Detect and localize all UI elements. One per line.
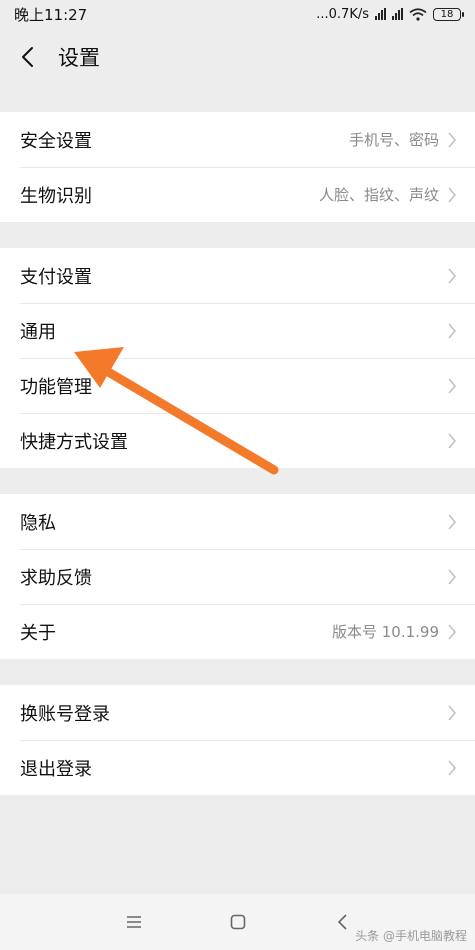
item-label: 通用 — [20, 321, 56, 343]
settings-item-security[interactable]: 安全设置 手机号、密码 — [0, 112, 475, 167]
item-label: 支付设置 — [20, 266, 92, 288]
signal-icon — [375, 8, 386, 20]
settings-item-switch-account[interactable]: 换账号登录 — [0, 685, 475, 740]
item-right: 人脸、指纹、声纹 — [319, 184, 459, 205]
item-right — [447, 377, 459, 395]
settings-item-shortcuts[interactable]: 快捷方式设置 — [0, 413, 475, 468]
settings-item-feedback[interactable]: 求助反馈 — [0, 549, 475, 604]
item-label: 安全设置 — [20, 130, 92, 152]
item-value: 版本号 10.1.99 — [331, 623, 439, 641]
settings-item-features[interactable]: 功能管理 — [0, 358, 475, 413]
item-right — [447, 568, 459, 586]
settings-group-about: 隐私 求助反馈 关于 版本号 10.1.99 — [0, 494, 475, 659]
network-speed: ...0.7K/s — [316, 6, 369, 22]
status-time: 晚上11:27 — [14, 5, 88, 24]
signal-icon-2 — [392, 8, 403, 20]
item-label: 关于 — [20, 622, 56, 644]
back-nav-icon[interactable] — [330, 910, 354, 934]
chevron-right-icon — [447, 186, 459, 204]
item-right — [447, 759, 459, 777]
item-label: 隐私 — [20, 512, 56, 534]
settings-item-about[interactable]: 关于 版本号 10.1.99 — [0, 604, 475, 659]
settings-item-logout[interactable]: 退出登录 — [0, 740, 475, 795]
item-right — [447, 267, 459, 285]
item-label: 换账号登录 — [20, 703, 110, 725]
item-right — [447, 322, 459, 340]
settings-item-payment[interactable]: 支付设置 — [0, 248, 475, 303]
item-value: 人脸、指纹、声纹 — [318, 186, 439, 204]
settings-group-login: 换账号登录 退出登录 — [0, 685, 475, 795]
chevron-right-icon — [447, 267, 459, 285]
chevron-right-icon — [447, 623, 459, 641]
chevron-right-icon — [447, 322, 459, 340]
chevron-right-icon — [447, 377, 459, 395]
menu-icon[interactable] — [122, 910, 146, 934]
item-right — [447, 704, 459, 722]
item-label: 快捷方式设置 — [20, 431, 128, 453]
settings-item-biometric[interactable]: 生物识别 人脸、指纹、声纹 — [0, 167, 475, 222]
back-icon[interactable] — [20, 46, 42, 68]
home-icon[interactable] — [226, 910, 250, 934]
item-label: 退出登录 — [20, 758, 92, 780]
item-right — [447, 513, 459, 531]
chevron-right-icon — [447, 513, 459, 531]
chevron-right-icon — [447, 131, 459, 149]
settings-list: 安全设置 手机号、密码 生物识别 人脸、指纹、声纹 支付设置 通用 功能管理 快… — [0, 112, 475, 795]
page-title: 设置 — [58, 46, 100, 70]
settings-group-general: 支付设置 通用 功能管理 快捷方式设置 — [0, 248, 475, 468]
settings-item-privacy[interactable]: 隐私 — [0, 494, 475, 549]
wifi-icon — [409, 7, 427, 21]
status-bar: 晚上11:27 ...0.7K/s 18 — [0, 0, 475, 28]
item-label: 生物识别 — [20, 185, 92, 207]
watermark: 头条 @手机电脑教程 — [355, 929, 467, 943]
battery-icon: 18 — [433, 7, 464, 21]
title-bar: 设置 — [0, 28, 475, 86]
chevron-right-icon — [447, 432, 459, 450]
chevron-right-icon — [447, 568, 459, 586]
item-value: 手机号、密码 — [348, 131, 439, 149]
item-right — [447, 432, 459, 450]
item-label: 求助反馈 — [20, 567, 92, 589]
battery-level: 18 — [440, 8, 454, 20]
item-right: 版本号 10.1.99 — [332, 621, 459, 642]
item-label: 功能管理 — [20, 376, 92, 398]
settings-group-account: 安全设置 手机号、密码 生物识别 人脸、指纹、声纹 — [0, 112, 475, 222]
item-right: 手机号、密码 — [349, 129, 459, 150]
status-right: ...0.7K/s 18 — [316, 6, 464, 22]
settings-item-general[interactable]: 通用 — [0, 303, 475, 358]
chevron-right-icon — [447, 704, 459, 722]
chevron-right-icon — [447, 759, 459, 777]
